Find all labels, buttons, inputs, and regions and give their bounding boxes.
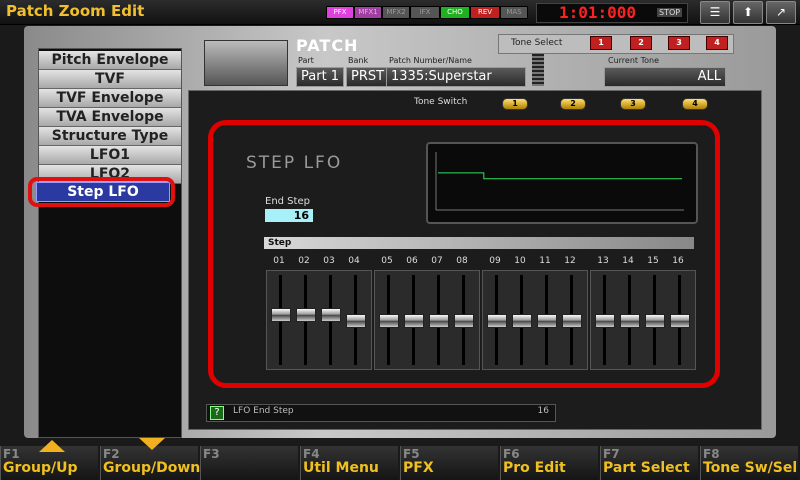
highlight-ring <box>28 177 175 207</box>
fkey-label: Pro Edit <box>503 460 566 476</box>
synth-keyboard-icon <box>204 40 288 86</box>
fkey-number: F3 <box>203 447 220 461</box>
up-arrow-icon: ⬆ <box>742 5 754 19</box>
bank-caption: Bank <box>348 56 369 65</box>
patch-number-field[interactable]: 1335:Superstar <box>386 67 526 87</box>
fkey-f3[interactable]: F3 <box>200 446 298 480</box>
tone-select-3[interactable]: 3 <box>668 36 690 50</box>
fkey-f2[interactable]: F2 Group/Down <box>100 438 201 480</box>
fkey-f1[interactable]: F1 Group/Up <box>0 440 98 480</box>
up-triangle-icon <box>39 440 65 452</box>
patch-number-caption: Patch Number/Name <box>389 56 472 65</box>
clock-state: STOP <box>657 8 683 17</box>
effect-badge-mas: MAS <box>500 6 528 19</box>
tone-select-1[interactable]: 1 <box>590 36 612 50</box>
sidebar-item-tvf-envelope[interactable]: TVF Envelope <box>39 89 181 108</box>
effect-badge-mfx1: MFX1 <box>354 6 382 19</box>
help-icon: ? <box>210 406 224 420</box>
clock-display: 1:01:000 STOP <box>536 3 688 23</box>
sidebar-item-lfo1[interactable]: LFO1 <box>39 146 181 165</box>
fkey-label: Group/Up <box>3 460 78 476</box>
tone-switch-3[interactable]: 3 <box>620 98 646 110</box>
bank-field[interactable]: PRST <box>346 67 390 87</box>
fkey-f6[interactable]: F6 Pro Edit <box>500 446 598 480</box>
fkey-f5[interactable]: F5 PFX <box>400 446 498 480</box>
help-bar: ? LFO End Step 16 <box>206 404 556 422</box>
fkey-label: Tone Sw/Sel <box>703 460 798 476</box>
current-tone-field[interactable]: ALL <box>604 67 726 87</box>
fkey-number: F1 <box>3 447 20 461</box>
help-value: 16 <box>537 406 549 416</box>
sidebar: Pitch Envelope TVF TVF Envelope TVA Enve… <box>38 48 182 438</box>
fkey-number: F6 <box>503 447 520 461</box>
effect-badge-ifx: IFX <box>410 6 440 19</box>
down-triangle-icon <box>139 438 165 450</box>
fkey-label: Part Select <box>603 460 690 476</box>
export-button[interactable]: ↗ <box>766 1 796 24</box>
sidebar-item-structure-type[interactable]: Structure Type <box>39 127 181 146</box>
help-text: LFO End Step <box>233 406 294 416</box>
current-tone-caption: Current Tone <box>608 56 660 65</box>
effect-badge-cho: CHO <box>440 6 470 19</box>
fkey-f4[interactable]: F4 Util Menu <box>300 446 398 480</box>
effect-badge-mfx2: MFX2 <box>382 6 410 19</box>
export-icon: ↗ <box>775 5 787 19</box>
effect-badge-pfx: PFX <box>326 6 354 19</box>
tone-select-4[interactable]: 4 <box>706 36 728 50</box>
part-field[interactable]: Part 1 <box>296 67 345 87</box>
effect-badge-rev: REV <box>470 6 500 19</box>
sidebar-item-tvf[interactable]: TVF <box>39 70 181 89</box>
tone-select-2[interactable]: 2 <box>630 36 652 50</box>
patch-label: PATCH <box>296 36 359 55</box>
fkey-label: PFX <box>403 460 434 476</box>
tone-switch-2[interactable]: 2 <box>560 98 586 110</box>
scroll-grip-icon[interactable] <box>532 54 544 86</box>
fkey-f7[interactable]: F7 Part Select <box>600 446 698 480</box>
clock-time: 1:01:000 <box>559 3 637 22</box>
tone-switch-1[interactable]: 1 <box>502 98 528 110</box>
fkey-number: F4 <box>303 447 320 461</box>
fkey-number: F7 <box>603 447 620 461</box>
tone-select-label: Tone Select <box>511 38 563 48</box>
fkey-number: F8 <box>703 447 720 461</box>
fkey-number: F5 <box>403 447 420 461</box>
sidebar-item-tva-envelope[interactable]: TVA Envelope <box>39 108 181 127</box>
fkey-label: Group/Down <box>103 460 201 476</box>
highlight-frame <box>208 120 720 388</box>
window-title: Patch Zoom Edit <box>6 2 145 20</box>
fkey-number: F2 <box>103 447 120 461</box>
fkey-label: Util Menu <box>303 460 379 476</box>
list-icon: ☰ <box>709 5 721 19</box>
tone-switch-label: Tone Switch <box>414 97 468 107</box>
up-button[interactable]: ⬆ <box>733 1 763 24</box>
fkey-f8[interactable]: F8 Tone Sw/Sel <box>700 446 798 480</box>
tone-select-box: Tone Select <box>498 34 734 54</box>
list-button[interactable]: ☰ <box>700 1 730 24</box>
part-caption: Part <box>298 56 314 65</box>
sidebar-item-pitch-envelope[interactable]: Pitch Envelope <box>39 51 181 70</box>
tone-switch-4[interactable]: 4 <box>682 98 708 110</box>
